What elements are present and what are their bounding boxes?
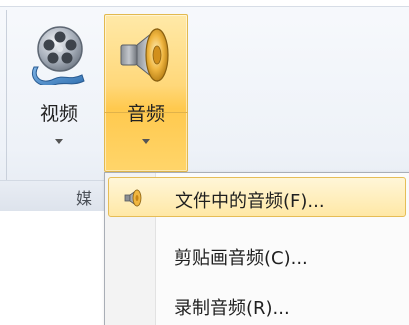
ribbon-top-border	[0, 0, 409, 7]
speaker-small-icon	[124, 189, 142, 207]
video-button[interactable]: 视频	[18, 14, 100, 172]
menu-item-record-audio[interactable]: 录制音频(R)...	[108, 285, 406, 325]
video-button-label: 视频	[39, 103, 78, 125]
film-reel-icon	[32, 26, 85, 85]
menu-item-audio-from-file[interactable]: 文件中的音频(F)...	[108, 177, 406, 217]
chevron-down-icon	[55, 139, 63, 144]
audio-button-split-line	[104, 112, 188, 172]
audio-dropdown-menu: 文件中的音频(F)... 剪贴画音频(C)... 录制音频(R)...	[104, 172, 409, 325]
ribbon-group-label: 媒	[76, 189, 93, 208]
menu-item-label: 录制音频(R)...	[174, 298, 290, 319]
menu-item-label: 文件中的音频(F)...	[175, 191, 325, 212]
menu-item-label: 剪贴画音频(C)...	[174, 248, 308, 269]
menu-item-clip-art-audio[interactable]: 剪贴画音频(C)...	[108, 235, 406, 275]
app-window: 视频 音频 媒 文件中的音频(F)... 剪贴画音频(C)... 录制音频(R)…	[0, 0, 409, 325]
speaker-icon	[120, 27, 169, 83]
